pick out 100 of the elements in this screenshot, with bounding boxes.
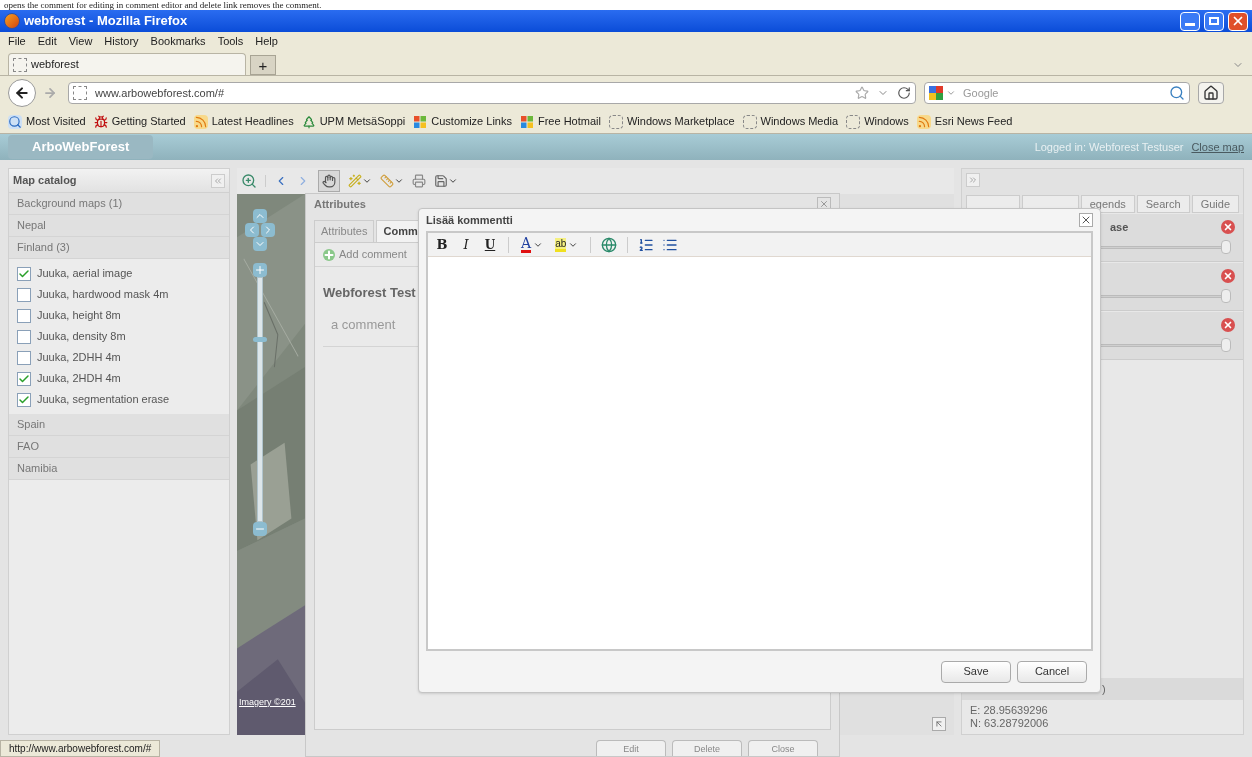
remove-icon[interactable] — [1221, 269, 1235, 283]
bookmark-link[interactable]: Getting Started — [111, 113, 186, 130]
zoom-out-button[interactable] — [253, 522, 267, 536]
measure-button[interactable] — [380, 174, 404, 188]
dialog-button[interactable]: Save — [941, 660, 1011, 683]
tree-icon — [301, 114, 316, 129]
menu-item[interactable]: Tools — [217, 32, 244, 50]
panel-tab[interactable]: Search — [1136, 195, 1190, 213]
dialog-button[interactable]: Cancel — [1017, 660, 1087, 683]
close-button[interactable] — [1079, 213, 1093, 227]
browser-tab[interactable]: webforest — [8, 53, 246, 75]
search-engine-icon[interactable] — [929, 86, 943, 100]
catalog-group[interactable]: Spain — [9, 414, 229, 436]
menu-item[interactable]: Edit — [37, 32, 57, 50]
bookmark-link[interactable]: Windows Media — [760, 113, 839, 130]
catalog-group[interactable]: Finland (3) — [9, 237, 229, 259]
rss-icon — [916, 114, 931, 129]
checkbox[interactable] — [17, 308, 31, 323]
save-map-button[interactable] — [434, 174, 458, 188]
bold-button[interactable]: B — [432, 235, 452, 254]
x-icon — [1223, 320, 1233, 330]
pan-button[interactable] — [318, 170, 340, 192]
pan-down-button[interactable] — [253, 237, 267, 251]
zoom-extent-icon[interactable] — [241, 173, 257, 189]
pan-left-button[interactable] — [245, 223, 259, 237]
print-icon[interactable] — [412, 174, 426, 188]
catalog-group[interactable]: Nepal — [9, 215, 229, 237]
zoom-in-button[interactable] — [253, 263, 267, 277]
coordinates-header: ) — [1102, 681, 1106, 697]
bookmark-link[interactable]: Esri News Feed — [934, 113, 1013, 130]
bookmark-link[interactable]: UPM MetsäSoppi — [319, 113, 406, 130]
checkbox[interactable] — [17, 392, 31, 407]
bookmark-link[interactable]: Customize Links — [431, 113, 512, 130]
rss-icon — [193, 114, 208, 129]
map-attribution[interactable]: Imagery ©201 — [239, 695, 296, 709]
panel-tab[interactable]: egends — [1080, 195, 1135, 213]
double-chevron-icon — [213, 175, 223, 186]
catalog-group[interactable]: Namibia — [9, 458, 229, 480]
panel-tab[interactable]: Guide — [1191, 195, 1239, 213]
search-field[interactable]: Google — [924, 82, 1190, 104]
bookmark-link[interactable]: Latest Headlines — [211, 113, 294, 130]
caret-icon — [946, 88, 956, 98]
bookmark-star-icon[interactable] — [855, 86, 869, 100]
bookmark-link[interactable]: Windows Marketplace — [626, 113, 735, 130]
menu-item[interactable]: Bookmarks — [150, 32, 206, 50]
new-tab-button[interactable]: + — [250, 55, 276, 75]
menu-item[interactable]: History — [104, 32, 139, 50]
page-icon — [608, 114, 623, 129]
arrow-icon — [934, 719, 944, 729]
address-bar[interactable]: www.arbowebforest.com/# — [68, 82, 916, 104]
dialog-title: Lisää kommentti — [426, 212, 513, 228]
bookmark-link[interactable]: Free Hotmail — [537, 113, 601, 130]
remove-icon[interactable] — [1221, 220, 1235, 234]
overview-toggle-button[interactable] — [932, 717, 946, 731]
select-tool-button[interactable] — [348, 174, 372, 188]
pan-up-button[interactable] — [253, 209, 267, 223]
checkbox[interactable] — [17, 266, 31, 281]
menu-item[interactable]: File — [8, 32, 26, 50]
checkbox[interactable] — [17, 329, 31, 344]
search-icon[interactable] — [1169, 85, 1185, 101]
rich-text-editor[interactable]: B I U A ab — [426, 231, 1093, 651]
opacity-slider-thumb[interactable] — [1221, 240, 1231, 254]
globe-icon — [601, 236, 618, 253]
comment-text: a comment — [331, 315, 397, 334]
expand-button[interactable] — [966, 173, 980, 187]
opacity-slider-thumb[interactable] — [1221, 289, 1231, 303]
plus-icon — [323, 248, 335, 261]
bookmark-link[interactable]: Windows — [864, 113, 909, 130]
catalog-group[interactable]: Background maps (1) — [9, 193, 229, 215]
collapse-button[interactable] — [211, 173, 225, 188]
pan-right-button[interactable] — [261, 223, 275, 237]
back-button[interactable] — [8, 79, 36, 107]
font-color-button[interactable]: A — [517, 235, 548, 254]
menu-item[interactable]: Help — [255, 32, 278, 50]
layer-title: ase — [1110, 219, 1129, 235]
page-icon — [846, 114, 861, 129]
checkbox[interactable] — [17, 350, 31, 365]
layer-label: Juuka, aerial image — [37, 266, 133, 282]
layer-label: Juuka, density 8m — [37, 329, 126, 345]
underline-button[interactable]: U — [480, 235, 500, 254]
plus-icon — [254, 264, 266, 276]
italic-button[interactable]: I — [456, 235, 476, 254]
checkbox[interactable] — [17, 287, 31, 302]
highlight-button[interactable]: ab — [551, 235, 583, 254]
east-coordinate: E: 28.95639296 — [970, 704, 1049, 717]
restore-button[interactable] — [1204, 11, 1224, 31]
opacity-slider-thumb[interactable] — [1221, 338, 1231, 352]
minimize-button[interactable] — [1180, 11, 1200, 31]
checkbox[interactable] — [17, 371, 31, 386]
reload-icon[interactable] — [897, 86, 911, 100]
close-map-link[interactable]: Close map — [1191, 138, 1244, 156]
home-button[interactable] — [1198, 82, 1224, 104]
bookmark-link[interactable]: Most Visited — [26, 113, 86, 130]
zoom-slider-thumb[interactable] — [253, 337, 267, 342]
menu-item[interactable]: View — [68, 32, 93, 50]
zoom-slider[interactable] — [253, 277, 267, 522]
windows-flag-icon — [519, 114, 534, 129]
catalog-group[interactable]: FAO — [9, 436, 229, 458]
status-text: http://www.arbowebforest.com/# — [9, 742, 152, 756]
remove-icon[interactable] — [1221, 318, 1235, 332]
